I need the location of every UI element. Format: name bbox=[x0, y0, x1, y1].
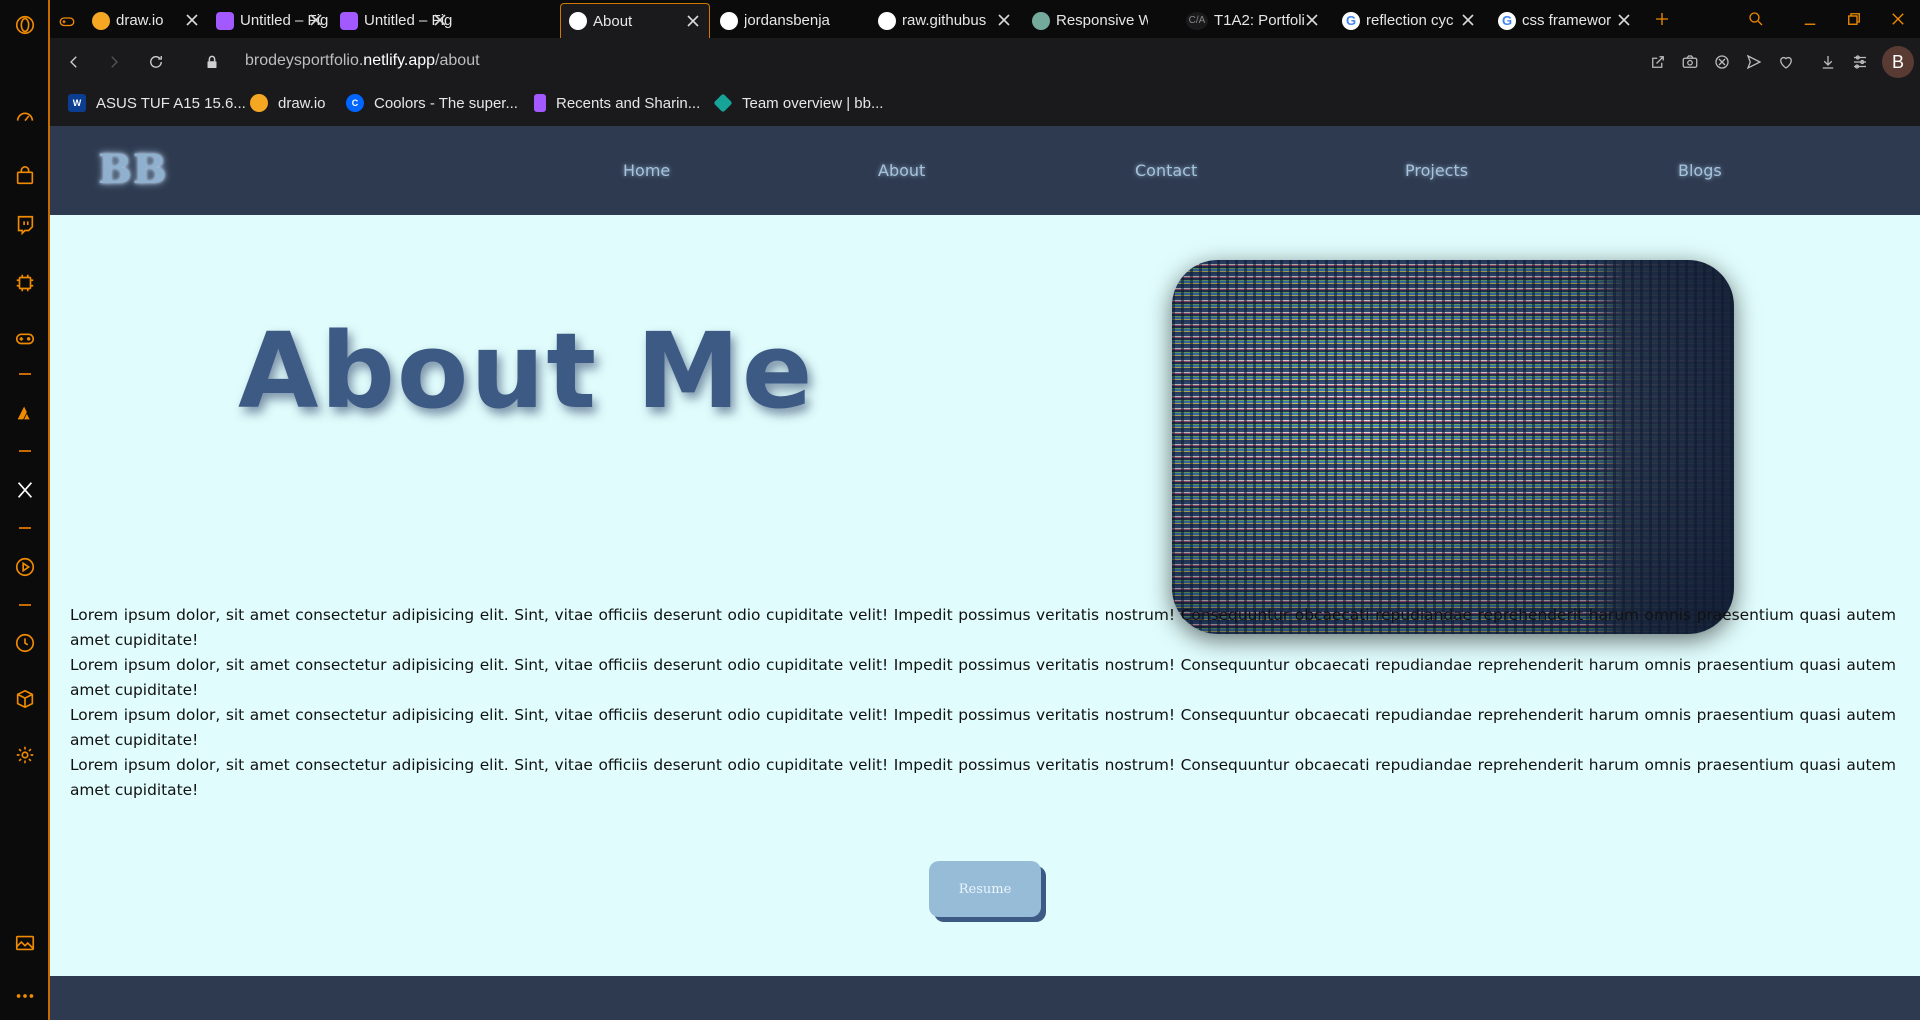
resume-button[interactable]: Resume bbox=[929, 861, 1041, 917]
easy-setup-icon[interactable] bbox=[1844, 46, 1876, 78]
close-tab-icon[interactable] bbox=[1616, 12, 1632, 28]
page-title: About Me bbox=[238, 310, 815, 432]
paragraph: Lorem ipsum dolor, sit amet consectetur … bbox=[70, 756, 1896, 799]
coolors-icon: C bbox=[346, 94, 364, 112]
drawio-icon bbox=[92, 11, 110, 30]
figma-icon bbox=[534, 94, 546, 112]
share-icon[interactable] bbox=[1642, 46, 1674, 78]
bookmark-asus[interactable]: W ASUS TUF A15 15.6... bbox=[68, 94, 246, 112]
history-icon[interactable] bbox=[12, 630, 38, 656]
new-tab-plus-icon[interactable] bbox=[1640, 0, 1684, 38]
minimize-icon[interactable] bbox=[1788, 0, 1832, 38]
bookmarks-bar: W ASUS TUF A15 15.6... draw.io C Coolors… bbox=[50, 86, 1920, 126]
globe-icon bbox=[878, 11, 896, 30]
back-arrow-icon[interactable] bbox=[62, 50, 86, 74]
close-tab-icon[interactable] bbox=[685, 13, 701, 29]
site-navbar: BB Home About Contact Projects Blogs bbox=[50, 126, 1920, 215]
shopping-icon[interactable] bbox=[12, 163, 38, 189]
browser-sidebar bbox=[0, 0, 50, 1020]
nav-link-projects[interactable]: Projects bbox=[1405, 161, 1468, 180]
tab-chatgpt[interactable]: Responsive W bbox=[1024, 3, 1174, 38]
close-tab-icon[interactable] bbox=[432, 12, 448, 28]
more-options-icon[interactable] bbox=[12, 983, 38, 1009]
bookmark-coolors[interactable]: C Coolors - The super... bbox=[346, 94, 518, 112]
address-bar: brodeysportfolio.netlify.app/about B bbox=[50, 38, 1920, 86]
speed-dial-icon[interactable] bbox=[12, 104, 38, 130]
close-tab-icon[interactable] bbox=[308, 12, 324, 28]
search-tabs-icon[interactable] bbox=[1734, 0, 1778, 38]
page-viewport: BB Home About Contact Projects Blogs Abo… bbox=[50, 126, 1920, 1020]
paragraph: Lorem ipsum dolor, sit amet consectetur … bbox=[70, 656, 1896, 699]
gamepad-icon bbox=[58, 12, 76, 30]
close-tab-icon[interactable] bbox=[996, 12, 1012, 28]
gx-control-icon[interactable] bbox=[12, 270, 38, 296]
close-window-icon[interactable] bbox=[1876, 0, 1920, 38]
close-tab-icon[interactable] bbox=[184, 12, 200, 28]
asus-icon: W bbox=[68, 94, 86, 112]
chatgpt-icon bbox=[1032, 11, 1050, 30]
nav-link-contact[interactable]: Contact bbox=[1135, 161, 1197, 180]
bookmark-bitbucket[interactable]: Team overview | bb... bbox=[713, 93, 883, 113]
tab-raw-github[interactable]: raw.githubus bbox=[870, 3, 1020, 38]
figma-icon bbox=[340, 11, 358, 30]
tab-figma-1[interactable]: Untitled – Fig bbox=[208, 3, 332, 38]
figma-icon bbox=[216, 11, 234, 30]
profile-avatar[interactable]: B bbox=[1882, 46, 1914, 78]
snapshot-camera-icon[interactable] bbox=[1674, 46, 1706, 78]
gx-corner-icon[interactable] bbox=[12, 325, 38, 351]
close-tab-icon[interactable] bbox=[1304, 12, 1320, 28]
sidebar-divider bbox=[19, 527, 31, 529]
bookmark-figma[interactable]: Recents and Sharin... bbox=[534, 94, 700, 112]
tab-drawio[interactable]: draw.io bbox=[84, 3, 208, 38]
tab-github[interactable]: jordansbenja bbox=[712, 3, 862, 38]
globe-icon bbox=[569, 12, 587, 30]
lock-icon[interactable] bbox=[200, 50, 224, 74]
player-icon[interactable] bbox=[12, 554, 38, 580]
google-icon: G bbox=[1498, 11, 1516, 30]
opera-logo-icon[interactable] bbox=[12, 12, 38, 38]
window-controls bbox=[1734, 0, 1920, 38]
app-shortcut-icon[interactable] bbox=[12, 400, 38, 426]
bookmark-heart-icon[interactable] bbox=[1770, 46, 1802, 78]
nav-link-home[interactable]: Home bbox=[623, 161, 670, 180]
sidebar-divider bbox=[19, 604, 31, 606]
nav-link-about[interactable]: About bbox=[878, 161, 925, 180]
adblock-icon[interactable] bbox=[1706, 46, 1738, 78]
tab-google-css[interactable]: G css framewor bbox=[1490, 3, 1640, 38]
nav-link-blogs[interactable]: Blogs bbox=[1678, 161, 1722, 180]
reload-icon[interactable] bbox=[144, 50, 168, 74]
tab-about[interactable]: About bbox=[560, 3, 710, 38]
tab-strip: draw.io Untitled – Fig Untitled – Fig Ab… bbox=[50, 0, 1920, 38]
github-icon bbox=[720, 11, 738, 30]
sidebar-divider bbox=[19, 450, 31, 452]
tab-google-reflection[interactable]: G reflection cyc bbox=[1334, 3, 1484, 38]
url-field[interactable]: brodeysportfolio.netlify.app/about bbox=[245, 52, 480, 70]
wallpaper-icon[interactable] bbox=[12, 930, 38, 956]
bookmark-drawio[interactable]: draw.io bbox=[250, 94, 326, 112]
sidebar-divider bbox=[19, 373, 31, 375]
restore-icon[interactable] bbox=[1832, 0, 1876, 38]
paragraph: Lorem ipsum dolor, sit amet consectetur … bbox=[70, 606, 1896, 649]
settings-gear-icon[interactable] bbox=[12, 742, 38, 768]
forward-arrow-icon[interactable] bbox=[102, 50, 126, 74]
about-text: Lorem ipsum dolor, sit amet consectetur … bbox=[70, 603, 1896, 803]
paragraph: Lorem ipsum dolor, sit amet consectetur … bbox=[70, 706, 1896, 749]
tab-figma-2[interactable]: Untitled – Fig bbox=[332, 3, 456, 38]
google-icon: G bbox=[1342, 11, 1360, 30]
bitbucket-icon bbox=[713, 93, 733, 113]
extensions-icon[interactable] bbox=[12, 686, 38, 712]
tab-canvas[interactable]: C/A T1A2: Portfoli bbox=[1178, 3, 1328, 38]
twitch-icon[interactable] bbox=[12, 212, 38, 238]
code-screen-image bbox=[1172, 260, 1734, 634]
drawio-icon bbox=[250, 94, 268, 112]
address-bar-tools: B bbox=[1642, 46, 1914, 78]
download-icon[interactable] bbox=[1812, 46, 1844, 78]
close-tab-icon[interactable] bbox=[1460, 12, 1476, 28]
site-footer bbox=[50, 976, 1920, 1020]
x-twitter-icon[interactable] bbox=[12, 477, 38, 503]
canvas-icon: C/A bbox=[1186, 11, 1208, 30]
site-logo[interactable]: BB bbox=[98, 146, 168, 193]
send-icon[interactable] bbox=[1738, 46, 1770, 78]
